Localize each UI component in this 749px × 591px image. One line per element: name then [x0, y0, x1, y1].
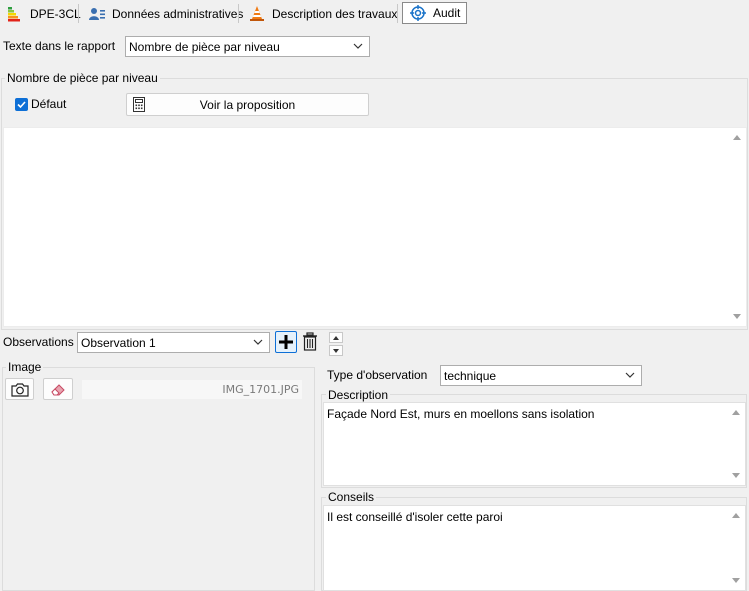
image-group-title: Image [6, 360, 44, 374]
user-card-icon [88, 5, 106, 23]
niveau-text-area[interactable] [3, 127, 747, 327]
description-scrollbar[interactable] [728, 403, 745, 485]
niveau-group-title: Nombre de pièce par niveau [5, 71, 160, 85]
tab-bar: DPE-3CL Données administratives Descript… [0, 0, 749, 27]
tab-description-travaux[interactable]: Description des travaux [242, 2, 403, 25]
rapport-label: Texte dans le rapport [3, 39, 116, 53]
scroll-down-arrow-icon[interactable] [732, 578, 740, 583]
tab-label: Données administratives [112, 6, 244, 21]
target-icon [409, 4, 427, 22]
description-text: Façade Nord Est, murs en moellons sans i… [327, 407, 595, 421]
energy-label-icon [6, 5, 24, 23]
voir-proposition-button[interactable]: Voir la proposition [126, 93, 369, 116]
tab-separator [78, 4, 79, 23]
traffic-cone-icon [248, 5, 266, 23]
observations-selected-value: Observation 1 [81, 335, 156, 350]
description-text-area[interactable]: Façade Nord Est, murs en moellons sans i… [323, 402, 746, 486]
calculator-icon [133, 97, 145, 115]
image-groupbox [2, 367, 315, 591]
description-group-title: Description [326, 388, 391, 402]
scroll-up-arrow-icon[interactable] [733, 135, 741, 140]
rapport-selected-value: Nombre de pièce par niveau [129, 39, 280, 54]
observation-type-selected-value: technique [444, 368, 497, 383]
trash-icon [303, 332, 317, 351]
scroll-down-arrow-icon[interactable] [733, 314, 741, 319]
tab-dpe-3cl[interactable]: DPE-3CL [0, 2, 87, 25]
observations-label: Observations [3, 335, 74, 349]
camera-icon [10, 382, 29, 397]
scroll-up-arrow-icon[interactable] [732, 513, 740, 518]
conseils-scrollbar[interactable] [728, 506, 745, 590]
rapport-select[interactable]: Nombre de pièce par niveau [125, 36, 370, 57]
observations-select[interactable]: Observation 1 [77, 332, 270, 353]
move-up-button[interactable] [329, 332, 343, 343]
tab-donnees-administratives[interactable]: Données administratives [82, 2, 249, 25]
default-checkbox-label: Défaut [31, 97, 67, 111]
chevron-down-icon [353, 43, 363, 49]
niveau-scrollbar[interactable] [729, 128, 746, 326]
arrow-down-icon [333, 349, 339, 353]
camera-button[interactable] [5, 378, 34, 400]
check-icon [17, 101, 26, 109]
default-checkbox[interactable] [15, 98, 28, 111]
scroll-up-arrow-icon[interactable] [732, 410, 740, 415]
conseils-text-area[interactable]: Il est conseillé d'isoler cette paroi [323, 505, 746, 591]
eraser-icon [51, 383, 65, 395]
chevron-down-icon [253, 339, 263, 345]
tab-separator [397, 4, 398, 23]
scroll-down-arrow-icon[interactable] [732, 473, 740, 478]
move-down-button[interactable] [329, 345, 343, 356]
arrow-up-icon [333, 336, 339, 340]
tab-label: Audit [433, 6, 461, 20]
chevron-down-icon [625, 372, 635, 378]
plus-icon [279, 335, 293, 349]
eraser-button[interactable] [43, 378, 73, 400]
add-observation-button[interactable] [275, 331, 297, 353]
tab-label: DPE-3CL [30, 6, 81, 21]
tab-audit[interactable]: Audit [402, 2, 468, 24]
image-filename-field[interactable]: IMG_1701.JPG [82, 380, 302, 399]
voir-proposition-label: Voir la proposition [199, 97, 296, 112]
tab-separator [238, 4, 239, 23]
observation-type-label: Type d'observation [327, 368, 428, 382]
observation-type-select[interactable]: technique [440, 365, 642, 386]
image-filename: IMG_1701.JPG [222, 383, 299, 396]
tab-label: Description des travaux [272, 6, 398, 21]
conseils-group-title: Conseils [326, 490, 377, 504]
delete-observation-button[interactable] [301, 332, 321, 353]
conseils-text: Il est conseillé d'isoler cette paroi [327, 510, 503, 524]
